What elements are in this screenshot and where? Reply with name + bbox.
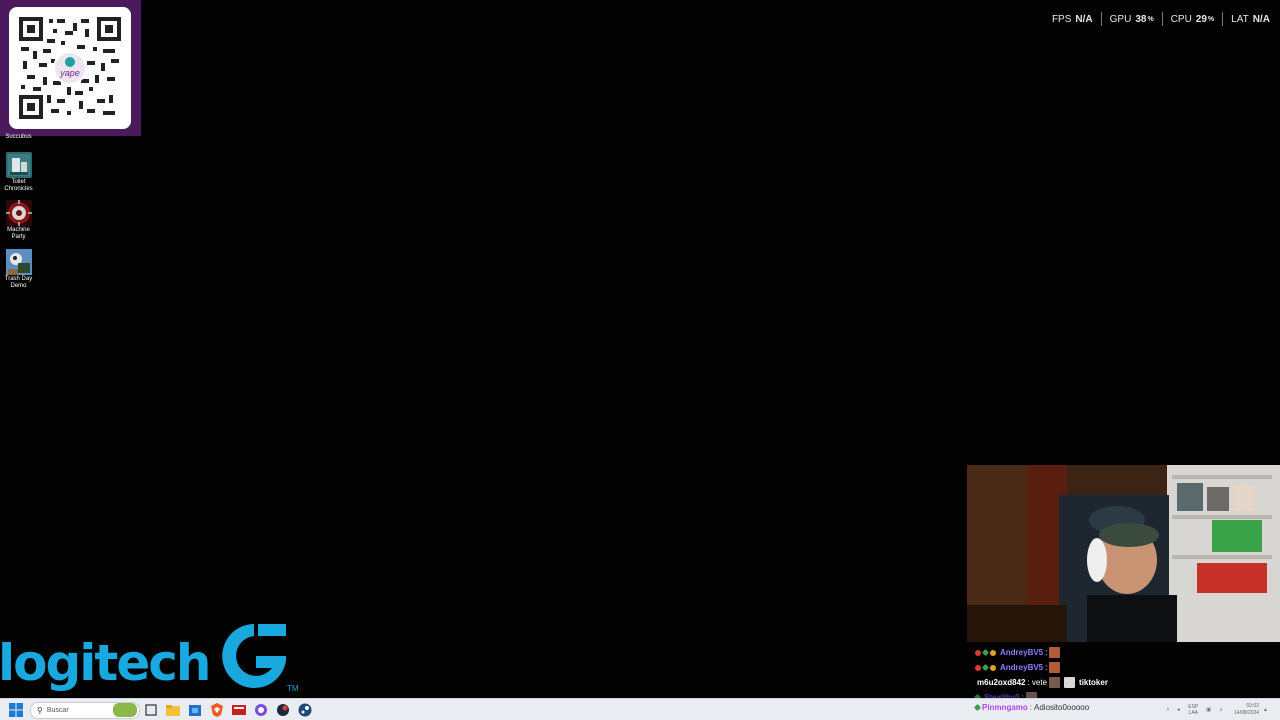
chat-username: AndreyBV5 (1000, 663, 1044, 672)
logo-tm: TM (287, 684, 299, 693)
purple-app-icon[interactable] (253, 702, 269, 718)
qr-brand-text: yape (59, 68, 80, 78)
desktop-icon-toilet-chronicles[interactable]: Toilet Chronicles (2, 152, 35, 193)
lat-readout: LAT N/A (1223, 14, 1270, 25)
chat-separator: : (1045, 663, 1048, 672)
emote-icon (1049, 647, 1061, 658)
webcam-feed (967, 465, 1280, 642)
language-bottom: LAA (1188, 710, 1198, 716)
chat-overlay: AndreyBV5 : AndreyBV5 : m6u2oxd842 : vet… (973, 645, 1275, 705)
notification-bell-icon[interactable]: ▲ (1263, 707, 1268, 713)
chat-message: AndreyBV5 : (975, 645, 1275, 660)
gpu-label: GPU (1109, 13, 1132, 25)
desktop-icon-label: Toilet Chronicles (4, 179, 33, 192)
trash-day-demo-icon (5, 249, 32, 275)
chat-separator: : (1045, 648, 1048, 657)
chat-separator: : vete (1027, 678, 1048, 687)
desktop-icon-trash-day-demo[interactable]: Trash Day Demo (2, 249, 35, 290)
desktop: yape Succubus Toilet Chronicles Machine … (0, 0, 1280, 720)
chat-message: Pinmngamo : Adiosito0ooooo (973, 703, 1090, 712)
gpu-unit: % (1147, 15, 1154, 23)
chat-username: AndreyBV5 (1000, 648, 1044, 657)
chat-text: Adiosito0ooooo (1034, 703, 1090, 712)
cpu-value: 29 (1195, 13, 1207, 25)
qr-code: yape (9, 7, 131, 129)
lat-label: LAT (1231, 13, 1249, 25)
desktop-icon-label: Machine Party (7, 227, 30, 240)
emote-icon (1064, 677, 1076, 688)
qr-code-icon: yape (17, 15, 123, 121)
gpu-value: 38 (1135, 13, 1147, 25)
chat-message: AndreyBV5 : (975, 660, 1275, 675)
toilet-chronicles-icon (5, 152, 32, 178)
clock-date: 14/08/2024 (1234, 710, 1260, 716)
steam-red-icon[interactable] (275, 702, 291, 718)
badge-icon (981, 663, 990, 672)
system-tray: ˄ ● ESP LAA ▣ ♬ 03:02 14/08/2024 ▲ (1162, 701, 1272, 719)
search-icon: ⚲ (37, 706, 43, 715)
desktop-icon-label: Trash Day Demo (4, 276, 33, 289)
emote-icon (1049, 677, 1061, 688)
logitech-g-logo: logitech TM (0, 618, 308, 700)
fps-label: FPS (1051, 13, 1072, 25)
cpu-unit: % (1207, 15, 1215, 23)
logo-wordmark: logitech (0, 634, 211, 692)
chat-username: Pinmngamo (982, 703, 1028, 712)
brave-browser-icon[interactable] (209, 702, 225, 718)
search-highlight-icon[interactable] (113, 703, 137, 717)
desktop-icon-machine-party[interactable]: Machine Party (2, 200, 35, 241)
lat-value: N/A (1252, 13, 1270, 25)
microphone-icon[interactable]: ● (1177, 707, 1180, 713)
badge-icon (975, 664, 981, 671)
desktop-icon-label: Succubus (5, 134, 32, 140)
volume-icon[interactable]: ♬ (1219, 707, 1224, 713)
chat-username: m6u2oxd842 (977, 678, 1026, 687)
badge-icon (975, 649, 981, 656)
badge-icon (990, 649, 996, 656)
search-placeholder: Buscar (46, 707, 69, 714)
clock-time: 03:02 (1246, 703, 1260, 709)
badge-icon (981, 648, 990, 657)
performance-overlay: FPS N/A GPU 38 % CPU 29 % LAT N/A (1044, 12, 1270, 26)
clock[interactable]: 03:02 14/08/2024 (1234, 703, 1259, 717)
fps-readout: FPS N/A (1044, 14, 1101, 25)
chat-message: m6u2oxd842 : vete tiktoker (975, 675, 1275, 690)
machine-party-icon (5, 200, 32, 226)
fps-value: N/A (1075, 13, 1093, 25)
windows-start-icon[interactable] (9, 703, 23, 717)
badge-icon (973, 703, 982, 712)
steam-icon[interactable] (297, 702, 313, 718)
taskbar: ⚲ Buscar Pinmngamo: Adiosito0ooooo ˄ ● … (0, 698, 1280, 720)
badge-icon (990, 664, 996, 671)
g-logo-icon (222, 624, 286, 688)
emote-icon (1049, 662, 1061, 673)
chat-text: tiktoker (1079, 678, 1108, 687)
cpu-readout: CPU 29 % (1163, 14, 1222, 25)
microsoft-store-icon[interactable] (187, 702, 203, 718)
task-view-icon[interactable] (143, 702, 159, 718)
qr-panel: yape (0, 0, 141, 136)
chevron-up-icon[interactable]: ˄ (1166, 707, 1169, 713)
red-app-icon[interactable] (231, 702, 247, 718)
desktop-icon-succubus[interactable]: Succubus (2, 134, 35, 141)
file-explorer-icon[interactable] (165, 702, 181, 718)
language-indicator[interactable]: ESP LAA (1188, 704, 1198, 716)
network-icon[interactable]: ▣ (1206, 707, 1211, 713)
chat-separator: : (1029, 703, 1033, 712)
cpu-label: CPU (1170, 13, 1192, 25)
gpu-readout: GPU 38 % (1102, 14, 1162, 25)
